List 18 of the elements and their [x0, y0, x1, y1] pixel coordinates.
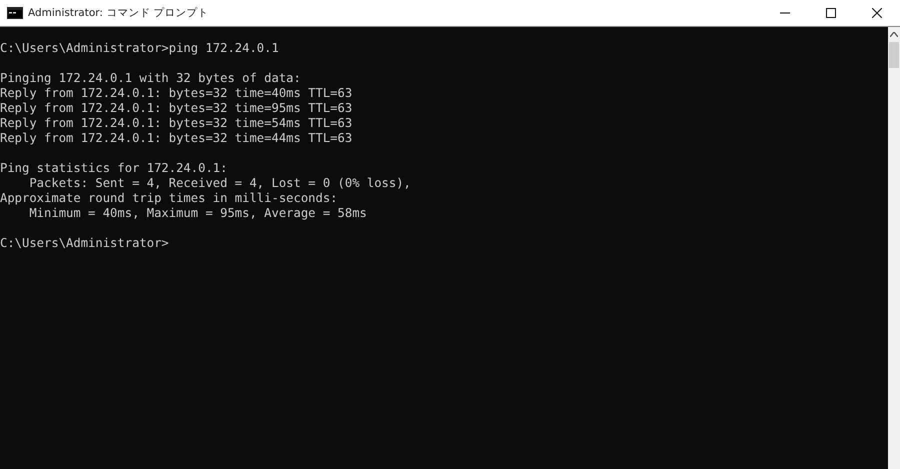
- maximize-icon[interactable]: [826, 8, 836, 18]
- scrollbar-thumb[interactable]: [889, 42, 899, 68]
- close-icon[interactable]: [872, 8, 882, 18]
- console-line: Reply from 172.24.0.1: bytes=32 time=44ms TTL=63: [0, 131, 352, 146]
- console-line: Approximate round trip times in milli-seconds:: [0, 191, 338, 206]
- console-line: Pinging 172.24.0.1 with 32 bytes of data:: [0, 71, 301, 86]
- console-line: Packets: Sent = 4, Received = 4, Lost = 0 (0% loss),: [28, 176, 411, 191]
- console-icon: [7, 7, 23, 19]
- console-line: Ping statistics for 172.24.0.1:: [0, 161, 228, 176]
- console-line: C:\Users\Administrator>: [0, 236, 169, 251]
- console-line: Reply from 172.24.0.1: bytes=32 time=54ms TTL=63: [0, 116, 352, 131]
- console-line: Reply from 172.24.0.1: bytes=32 time=95ms TTL=63: [0, 101, 352, 116]
- console-line: Minimum = 40ms, Maximum = 95ms, Average = 58ms: [28, 206, 367, 221]
- window-title: Administrator: コマンド プロンプト: [28, 6, 209, 20]
- console-line: Reply from 172.24.0.1: bytes=32 time=40ms TTL=63: [0, 86, 352, 101]
- scroll-up-icon[interactable]: [890, 32, 898, 37]
- console-line: C:\Users\Administrator>ping 172.24.0.1: [0, 41, 279, 56]
- scrollbar[interactable]: [888, 27, 900, 469]
